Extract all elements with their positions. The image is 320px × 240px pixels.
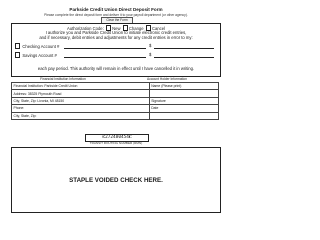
table-cell[interactable]: Financial Institution: Parkside Credit U… (11, 81, 150, 91)
checking-account-label: Checking Account # (22, 44, 60, 50)
savings-account-row: Savings Account # (14, 52, 57, 58)
table-cell[interactable]: City, State, Zip: (11, 111, 150, 121)
institution-info-table: Financial Institution: Parkside Credit U… (11, 81, 220, 121)
savings-checkbox[interactable] (14, 52, 21, 58)
table-cell[interactable]: Address: 38325 Plymouth Road (11, 89, 150, 98)
authorization-section: Authorization Code: New Change Cancel I … (11, 23, 221, 77)
checking-account-row: Checking Account # (14, 43, 59, 49)
table-row: Financial Institution: Parkside Credit U… (11, 81, 220, 91)
table-cell[interactable]: Name (Please print) (148, 81, 220, 91)
savings-amount-input[interactable] (154, 52, 214, 58)
table-cell[interactable]: Signature (148, 96, 220, 106)
table-row: City, State, Zip: (11, 111, 220, 121)
staple-instruction: STAPLE VOIDED CHECK HERE. (69, 177, 163, 184)
table-row: Address: 38325 Plymouth Road (11, 89, 220, 98)
checking-checkbox[interactable] (14, 43, 21, 49)
financial-institution-header: Financial Institution Information (40, 77, 86, 81)
checking-account-input[interactable] (64, 43, 146, 49)
table-row: City, State, Zip: Livonia, MI 48150 Sign… (11, 96, 220, 106)
table-cell[interactable]: Phone: (11, 104, 150, 113)
table-cell[interactable]: City, State, Zip: Livonia, MI 48150 (11, 96, 150, 106)
routing-number-label: TRANSIT ROUTING NUMBER (RMN) (89, 141, 143, 145)
savings-account-input[interactable] (64, 52, 146, 58)
account-holder-header: Account Holder Information (147, 77, 187, 81)
table-row: Phone: Date (11, 104, 220, 113)
checking-amount-symbol: $ (149, 43, 152, 48)
table-cell[interactable] (148, 89, 220, 98)
authorization-note: each pay period. This authority will rem… (37, 66, 195, 71)
authorization-text-2: and if necessary, debit entries and adju… (39, 35, 193, 40)
voided-check-area: STAPLE VOIDED CHECK HERE. (11, 147, 221, 213)
checking-amount-input[interactable] (154, 43, 214, 49)
savings-account-label: Savings Account # (22, 53, 57, 59)
table-cell[interactable] (148, 111, 220, 121)
table-cell[interactable]: Date (148, 104, 220, 113)
form-title: Parkside Credit Union Direct Deposit For… (69, 7, 163, 12)
savings-amount-symbol: $ (149, 52, 152, 57)
